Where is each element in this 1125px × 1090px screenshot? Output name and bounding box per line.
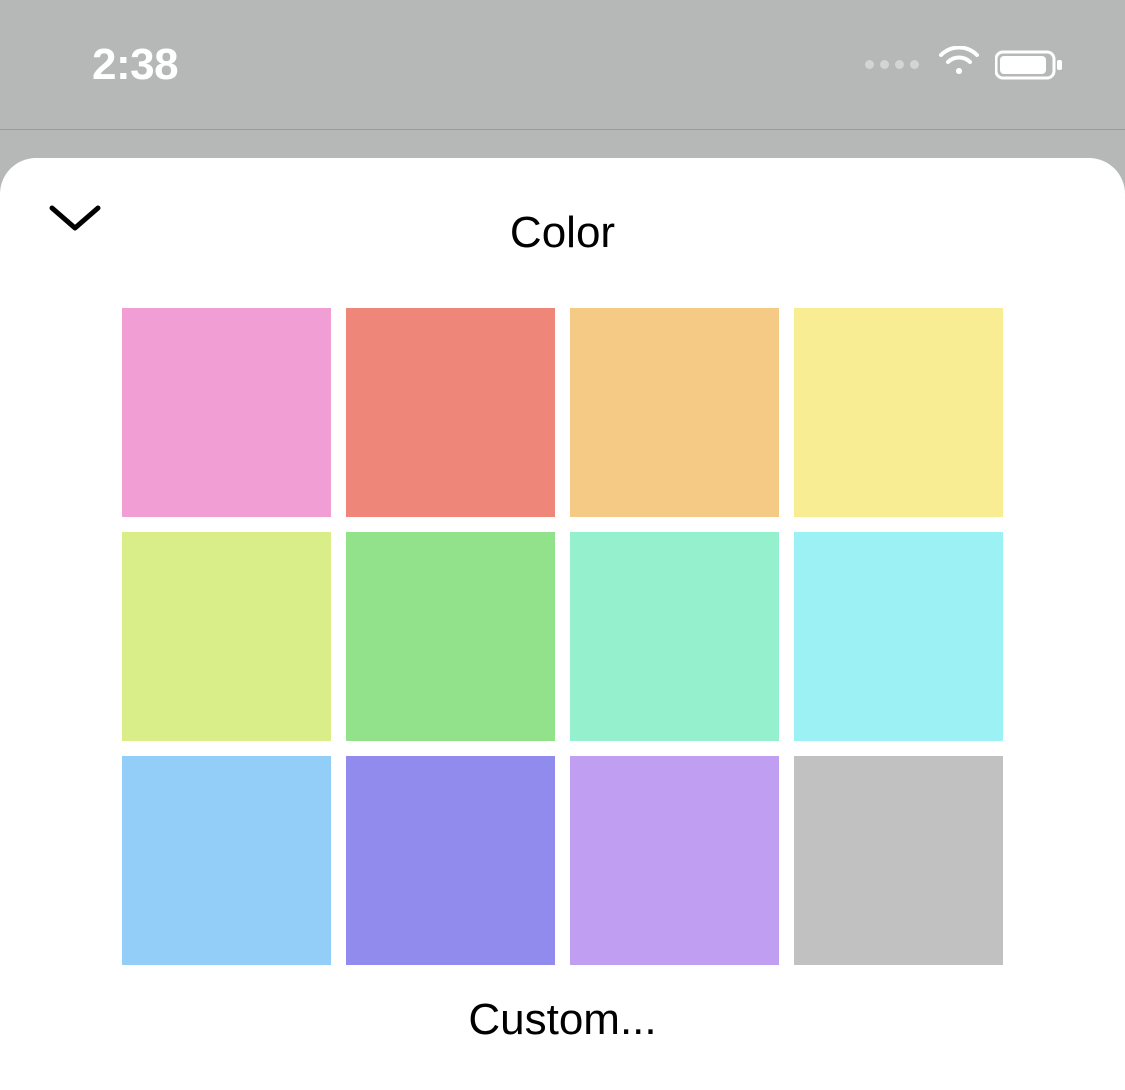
- color-swatch-cyan[interactable]: [794, 532, 1003, 741]
- color-swatch-mint[interactable]: [570, 532, 779, 741]
- color-picker-sheet: Color Custom...: [0, 158, 1125, 1090]
- color-swatch-skyblue[interactable]: [122, 756, 331, 965]
- wifi-icon: [937, 46, 981, 83]
- color-swatch-lavender[interactable]: [570, 756, 779, 965]
- chevron-down-icon: [48, 202, 102, 234]
- color-swatch-pink[interactable]: [122, 308, 331, 517]
- color-swatch-coral[interactable]: [346, 308, 555, 517]
- color-swatch-yellow[interactable]: [794, 308, 1003, 517]
- status-bar: 2:38: [0, 0, 1125, 130]
- color-swatch-green[interactable]: [346, 532, 555, 741]
- sheet-header: Color: [0, 158, 1125, 308]
- color-swatch-gray[interactable]: [794, 756, 1003, 965]
- battery-icon: [995, 49, 1065, 81]
- color-swatch-periwinkle[interactable]: [346, 756, 555, 965]
- cellular-signal-icon: [865, 60, 919, 69]
- color-swatch-orange[interactable]: [570, 308, 779, 517]
- status-icons: [865, 46, 1065, 83]
- color-swatch-lime[interactable]: [122, 532, 331, 741]
- sheet-title: Color: [510, 208, 615, 258]
- status-time: 2:38: [92, 40, 178, 90]
- custom-color-button[interactable]: Custom...: [468, 995, 656, 1045]
- custom-row: Custom...: [0, 965, 1125, 1045]
- color-grid: [0, 308, 1125, 965]
- close-sheet-button[interactable]: [48, 202, 102, 239]
